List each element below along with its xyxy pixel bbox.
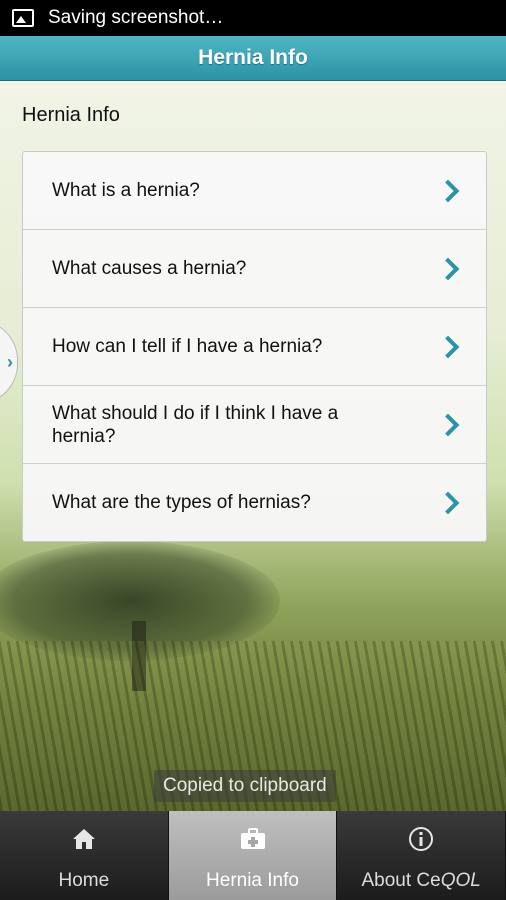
list-item[interactable]: What should I do if I think I have a her… xyxy=(23,386,486,464)
home-icon xyxy=(72,822,96,856)
status-bar: Saving screenshot… xyxy=(0,0,506,36)
tab-about[interactable]: About CeQOL xyxy=(337,811,506,900)
image-icon xyxy=(12,9,34,27)
list-item[interactable]: What is a hernia? xyxy=(23,152,486,230)
status-text: Saving screenshot… xyxy=(48,7,224,28)
tab-hernia-info-label: Hernia Info xyxy=(206,870,299,891)
list-item-label: What causes a hernia? xyxy=(52,258,247,279)
list-item-label: What are the types of hernias? xyxy=(52,492,311,513)
first-aid-kit-icon xyxy=(240,822,266,856)
page-title: Hernia Info xyxy=(22,104,120,126)
list-item[interactable]: What are the types of hernias? xyxy=(23,464,486,541)
list-item-label: How can I tell if I have a hernia? xyxy=(52,336,323,357)
list-item-label: What is a hernia? xyxy=(52,180,200,201)
chevron-right-icon: › xyxy=(7,351,13,372)
tab-hernia-info[interactable]: Hernia Info xyxy=(168,811,338,900)
tab-home[interactable]: Home xyxy=(0,811,169,900)
bottom-tab-bar: Home Hernia Info About CeQOL xyxy=(0,811,506,900)
tab-about-label-suffix: QOL xyxy=(440,870,481,891)
chevron-right-icon xyxy=(436,413,460,436)
topic-list: What is a hernia? What causes a hernia? … xyxy=(22,151,487,542)
list-item[interactable]: How can I tell if I have a hernia? xyxy=(23,308,486,386)
list-item[interactable]: What causes a hernia? xyxy=(23,230,486,308)
chevron-right-icon xyxy=(436,179,460,202)
tab-home-label: Home xyxy=(58,870,110,891)
info-icon xyxy=(408,822,434,856)
toast-message: Copied to clipboard xyxy=(154,770,336,802)
header-title: Hernia Info xyxy=(198,46,308,69)
header-bar: Hernia Info xyxy=(0,36,506,81)
tab-about-label: About CeQOL xyxy=(362,870,481,892)
list-item-label: What should I do if I think I have a her… xyxy=(52,402,339,447)
chevron-right-icon xyxy=(436,257,460,280)
chevron-right-icon xyxy=(436,491,460,514)
chevron-right-icon xyxy=(436,335,460,358)
tab-about-label-prefix: About Ce xyxy=(361,870,441,891)
